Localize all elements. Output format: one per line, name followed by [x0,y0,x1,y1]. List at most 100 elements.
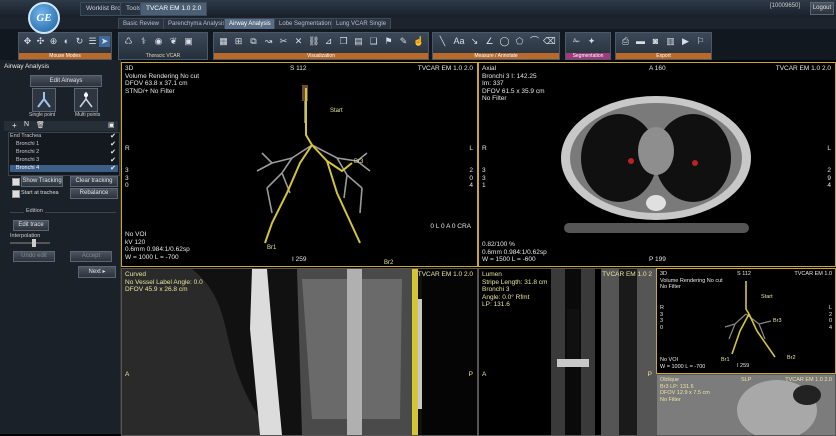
ruler-icon[interactable]: ⊿ [323,36,334,47]
tree-item-bronchi-4[interactable]: Bronchi 4 ✔ [10,165,118,172]
overlay-line: 0 [469,174,473,182]
curve-measure-icon[interactable]: ⌒ [529,36,540,47]
undo-edit-button[interactable]: Undo edit [13,251,55,262]
tree-item-bronchi-1[interactable]: Bronchi 1 ✔ [10,141,118,148]
brush-icon[interactable]: ✎ [398,36,409,47]
nodule-icon[interactable]: ◉ [153,36,164,47]
ge-logo[interactable]: GE [28,2,60,34]
delete-icon[interactable]: 🗑 [36,121,45,129]
tree-item-bronchi-3[interactable]: Bronchi 3 ✔ [10,157,118,164]
paging-icon[interactable]: ☰ [87,36,98,47]
cut-icon[interactable]: ✂ [278,36,289,47]
contrast-icon[interactable]: ◐ [61,36,72,47]
lungs-icon[interactable]: ♺ [123,36,134,47]
overlay-line: Im: 337 [482,80,504,87]
logout-button[interactable]: Logout [810,2,834,15]
overlay-line: Bronchi 3 [482,286,510,293]
book-icon[interactable]: ▤ [353,36,364,47]
airway-icon[interactable]: ⚕ [138,36,149,47]
grid-icon[interactable]: ⊞ [233,36,244,47]
tree-item-end-trachea[interactable]: End Trachea ✔ [10,133,118,140]
box-icon[interactable]: ❒ [338,36,349,47]
lobe-icon[interactable]: ❦ [168,36,179,47]
overlay-line: STND/+ No Filter [125,87,175,95]
reformat-icon[interactable]: ⧉ [248,36,259,47]
viewport-3d[interactable]: Start Br3 Br1 Br2 3D Volume Rendering No… [121,62,478,267]
rotate-icon[interactable]: ↻ [74,36,85,47]
zoom-icon[interactable]: ⊕ [48,36,59,47]
lumen-orientation-left: A [482,371,487,378]
add-icon[interactable]: + [12,121,17,130]
line-measure-icon[interactable]: ╲ [437,36,448,47]
start-at-trachea-checkbox[interactable] [12,190,20,198]
overlay-line: 0.6mm 0.984:1/0.62sp [125,246,190,253]
edit-airways-button[interactable]: Edit Airways [30,75,102,87]
pointer-icon[interactable]: ➤ [99,36,110,47]
label-br1: Br1 [267,245,277,251]
check-icon: ✔ [110,133,116,140]
move-cross-icon[interactable]: ✥ [22,36,33,47]
multi-points-button[interactable] [74,88,98,112]
cross-icon[interactable]: ✕ [293,36,304,47]
film-icon[interactable]: ▥ [665,36,676,47]
overlay-line: Curved [125,271,146,278]
show-tracking-checkbox[interactable] [12,178,20,186]
tab-tvcar-session[interactable]: TVCAR EM 1.0 2.0 [140,2,208,16]
overlay-line: kV 120 [125,238,146,246]
small3d-series-label: TVCAR EM 1.0 [794,271,832,277]
show-tracking-button[interactable]: Show Tracking [21,176,63,187]
toolbar-group-measure-annotate: ╲ Aa ↘ ∠ ◯ ⬠ ⌒ ⌫ Measure / Annotate [432,32,560,60]
scissors-icon[interactable]: ✁ [571,36,582,47]
camera-icon[interactable]: ◙ [650,36,661,47]
save-tree-icon[interactable]: ▣ [108,121,115,129]
movie-icon[interactable]: ▶ [680,36,691,47]
curve-icon[interactable]: ↝ [263,36,274,47]
vp3d-orientation-top: S 112 [290,65,307,72]
add-point-icon[interactable]: N [24,121,29,128]
interpolation-slider-track[interactable] [10,242,50,244]
link-icon[interactable]: ⛓ [308,36,319,47]
curved-reformat-image [122,269,477,435]
viewport-lumen[interactable]: Lumen Stripe Length: 31.8 cm Bronchi 3 A… [478,268,656,436]
viewport-curved[interactable]: Curved No Vessel Label Angle: 0.0 DFOV 4… [121,268,478,436]
print-icon[interactable]: ⎙ [620,36,631,47]
toolbar-group-segmentation: ✁ ✦ Segmentation [565,32,611,60]
interpolation-slider-handle[interactable] [32,239,36,247]
lumen-series-label: TVCAR EM 1.0 2 [602,271,652,278]
pan-icon[interactable]: ✣ [35,36,46,47]
user-id: [10009650] [770,3,801,9]
viewport-small-3d[interactable]: Start Br3 Br1 Br2 3D Volume Rendering No… [656,268,836,374]
single-point-button[interactable] [32,88,56,112]
save-icon[interactable]: ▬ [635,36,646,47]
erase-annotation-icon[interactable]: ⌫ [543,36,556,47]
arrow-icon[interactable]: ↘ [469,36,480,47]
overlay-line: Lumen [482,271,502,278]
axial-orientation-right: L [827,145,831,152]
accept-button[interactable]: Accept [70,251,112,262]
label-br3: Br3 [773,318,782,324]
polygon-roi-icon[interactable]: ⬠ [514,36,525,47]
pages-icon[interactable]: ❏ [368,36,379,47]
oblique-info-tl: Oblique Br3 LP: 131.6 DFOV 12.9 x 7.5 cm… [660,377,710,403]
seed-icon[interactable]: ✦ [586,36,597,47]
viewport-axial[interactable]: Axial Bronchi 3 I: 142.25 Im: 337 DFOV 6… [478,62,836,267]
ellipse-roi-icon[interactable]: ◯ [499,36,510,47]
viewport-oblique[interactable]: Oblique Br3 LP: 131.6 DFOV 12.9 x 7.5 cm… [656,374,836,436]
tree-item-bronchi-2[interactable]: Bronchi 2 ✔ [10,149,118,156]
vp3d-series-label: TVCAR EM 1.0 2.0 [417,65,473,72]
angle-icon[interactable]: ∠ [484,36,495,47]
next-button[interactable]: Next ▸ [78,266,116,278]
run-icon[interactable]: ⚐ [695,36,706,47]
rebalance-button[interactable]: Rebalance [70,188,118,199]
clear-tracking-button[interactable]: Clear tracking [70,176,118,187]
dicom-icon[interactable]: ▣ [183,36,194,47]
layout-icon[interactable]: ▦ [218,36,229,47]
hand-icon[interactable]: ☝ [413,36,424,47]
overlay-line: 3 [125,174,129,182]
airway-analysis-panel [0,60,121,434]
flag-icon[interactable]: ⚑ [383,36,394,47]
text-annotate-icon[interactable]: Aa [452,36,466,47]
vp3d-info-bl: No VOI kV 120 0.6mm 0.984:1/0.62sp W = 1… [125,231,190,261]
edit-trace-button[interactable]: Edit trace [13,220,49,231]
overlay-line: W = 1500 L = -600 [482,256,536,263]
